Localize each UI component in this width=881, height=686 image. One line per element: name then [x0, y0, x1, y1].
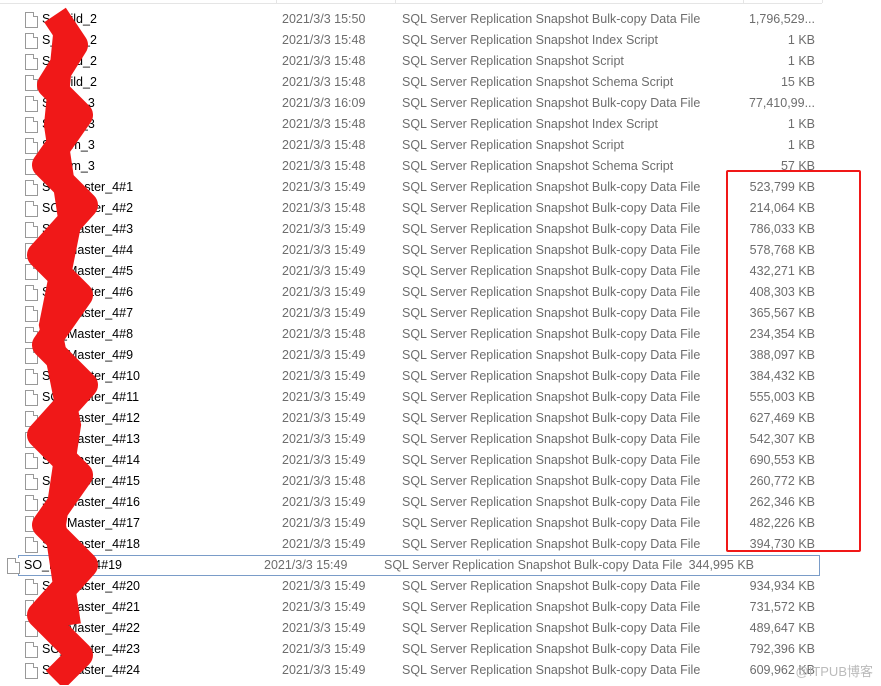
file-type: SQL Server Replication Snapshot Bulk-cop… [402, 306, 701, 320]
file-date: 2021/3/3 15:49 [264, 558, 348, 572]
file-date: 2021/3/3 15:48 [282, 117, 366, 131]
file-date: 2021/3/3 15:49 [282, 369, 366, 383]
file-type: SQL Server Replication Snapshot Bulk-cop… [402, 180, 701, 194]
file-date: 2021/3/3 15:49 [282, 411, 366, 425]
file-date: 2021/3/3 15:49 [282, 453, 366, 467]
file-row[interactable]: S_child_2 2021/3/3 15:50 SQL Server Repl… [0, 9, 881, 30]
file-row[interactable]: SO_Master_4#23 2021/3/3 15:49 SQL Server… [0, 639, 881, 660]
highlight-box [726, 170, 861, 552]
file-row[interactable]: S_child_2 2021/3/3 15:48 SQL Server Repl… [0, 51, 881, 72]
file-date: 2021/3/3 15:49 [282, 348, 366, 362]
file-size: 1 KB [787, 138, 815, 152]
file-row[interactable]: SO_Master_4#20 2021/3/3 15:49 SQL Server… [0, 576, 881, 597]
file-row[interactable]: S_item_3 2021/3/3 15:48 SQL Server Repli… [0, 135, 881, 156]
file-type: SQL Server Replication Snapshot Bulk-cop… [402, 327, 701, 341]
file-date: 2021/3/3 15:48 [282, 75, 366, 89]
file-type: SQL Server Replication Snapshot Bulk-cop… [402, 285, 701, 299]
column-divider[interactable] [822, 0, 823, 3]
file-icon [7, 558, 20, 574]
file-type: SQL Server Replication Snapshot Bulk-cop… [402, 537, 701, 551]
redaction-scribble [27, 7, 98, 685]
file-type: SQL Server Replication Snapshot Bulk-cop… [402, 12, 701, 26]
file-type: SQL Server Replication Snapshot Bulk-cop… [402, 348, 701, 362]
file-size: 77,410,99... [748, 96, 815, 110]
file-size: 731,572 KB [749, 600, 815, 614]
file-date: 2021/3/3 15:49 [282, 285, 366, 299]
file-date: 2021/3/3 15:48 [282, 474, 366, 488]
file-date: 2021/3/3 15:49 [282, 600, 366, 614]
file-type: SQL Server Replication Snapshot Bulk-cop… [402, 222, 701, 236]
file-date: 2021/3/3 15:49 [282, 243, 366, 257]
file-row[interactable]: SO_Master_4#24 2021/3/3 15:49 SQL Server… [0, 660, 881, 681]
file-size: 1 KB [787, 33, 815, 47]
file-type: SQL Server Replication Snapshot Bulk-cop… [402, 495, 701, 509]
file-date: 2021/3/3 15:48 [282, 138, 366, 152]
file-type: SQL Server Replication Snapshot Schema S… [402, 75, 674, 89]
file-type: SQL Server Replication Snapshot Bulk-cop… [402, 390, 701, 404]
file-date: 2021/3/3 15:49 [282, 663, 366, 677]
file-row[interactable]: SO_Master_4#22 2021/3/3 15:49 SQL Server… [0, 618, 881, 639]
file-date: 2021/3/3 16:09 [282, 96, 366, 110]
file-date: 2021/3/3 15:49 [282, 642, 366, 656]
file-date: 2021/3/3 15:48 [282, 33, 366, 47]
file-date: 2021/3/3 15:49 [282, 579, 366, 593]
file-row[interactable]: S_child_2 2021/3/3 15:48 SQL Server Repl… [0, 30, 881, 51]
file-size: 1 KB [787, 117, 815, 131]
file-type: SQL Server Replication Snapshot Bulk-cop… [402, 516, 701, 530]
file-type: SQL Server Replication Snapshot Bulk-cop… [402, 264, 701, 278]
file-date: 2021/3/3 15:48 [282, 327, 366, 341]
file-date: 2021/3/3 15:48 [282, 159, 366, 173]
file-type: SQL Server Replication Snapshot Bulk-cop… [402, 453, 701, 467]
file-row[interactable]: SO_Master_4#21 2021/3/3 15:49 SQL Server… [0, 597, 881, 618]
file-date: 2021/3/3 15:48 [282, 201, 366, 215]
file-size: 1,796,529... [748, 12, 815, 26]
file-row[interactable]: S_child_2 2021/3/3 15:48 SQL Server Repl… [0, 72, 881, 93]
file-date: 2021/3/3 15:49 [282, 495, 366, 509]
file-type: SQL Server Replication Snapshot Bulk-cop… [402, 579, 701, 593]
file-type: SQL Server Replication Snapshot Bulk-cop… [402, 201, 701, 215]
file-size: 15 KB [780, 75, 815, 89]
file-date: 2021/3/3 15:49 [282, 537, 366, 551]
file-type: SQL Server Replication Snapshot Script [402, 54, 624, 68]
file-row[interactable]: S_item_3 2021/3/3 15:48 SQL Server Repli… [0, 114, 881, 135]
file-date: 2021/3/3 15:49 [282, 306, 366, 320]
file-type: SQL Server Replication Snapshot Script [402, 138, 624, 152]
file-type: SQL Server Replication Snapshot Schema S… [402, 159, 674, 173]
file-size: 344,995 KB [688, 558, 754, 572]
file-date: 2021/3/3 15:49 [282, 264, 366, 278]
column-divider[interactable] [276, 0, 277, 3]
file-date: 2021/3/3 15:49 [282, 432, 366, 446]
file-row[interactable]: SO_Master_4#19 2021/3/3 15:49 SQL Server… [7, 555, 820, 576]
column-divider[interactable] [743, 0, 744, 3]
file-type: SQL Server Replication Snapshot Bulk-cop… [402, 621, 701, 635]
watermark: @ITPUB博客 [795, 664, 873, 679]
file-type: SQL Server Replication Snapshot Bulk-cop… [402, 411, 701, 425]
file-type: SQL Server Replication Snapshot Bulk-cop… [402, 600, 701, 614]
file-type: SQL Server Replication Snapshot Bulk-cop… [402, 243, 701, 257]
file-date: 2021/3/3 15:49 [282, 621, 366, 635]
file-type: SQL Server Replication Snapshot Bulk-cop… [402, 432, 701, 446]
column-header-bar[interactable] [0, 0, 822, 4]
file-date: 2021/3/3 15:49 [282, 516, 366, 530]
file-size: 934,934 KB [749, 579, 815, 593]
file-size: 1 KB [787, 54, 815, 68]
file-size: 489,647 KB [749, 621, 815, 635]
file-type: SQL Server Replication Snapshot Bulk-cop… [402, 663, 701, 677]
file-date: 2021/3/3 15:50 [282, 12, 366, 26]
file-row[interactable]: S_item_3 2021/3/3 16:09 SQL Server Repli… [0, 93, 881, 114]
file-type: SQL Server Replication Snapshot Bulk-cop… [402, 96, 701, 110]
file-type: SQL Server Replication Snapshot Bulk-cop… [402, 369, 701, 383]
file-type: SQL Server Replication Snapshot Bulk-cop… [402, 642, 701, 656]
file-type: SQL Server Replication Snapshot Index Sc… [402, 33, 658, 47]
file-date: 2021/3/3 15:49 [282, 222, 366, 236]
file-date: 2021/3/3 15:49 [282, 390, 366, 404]
file-type: SQL Server Replication Snapshot Bulk-cop… [384, 558, 683, 572]
file-date: 2021/3/3 15:48 [282, 54, 366, 68]
file-date: 2021/3/3 15:49 [282, 180, 366, 194]
file-type: SQL Server Replication Snapshot Bulk-cop… [402, 474, 701, 488]
column-divider[interactable] [395, 0, 396, 3]
file-size: 792,396 KB [749, 642, 815, 656]
file-type: SQL Server Replication Snapshot Index Sc… [402, 117, 658, 131]
